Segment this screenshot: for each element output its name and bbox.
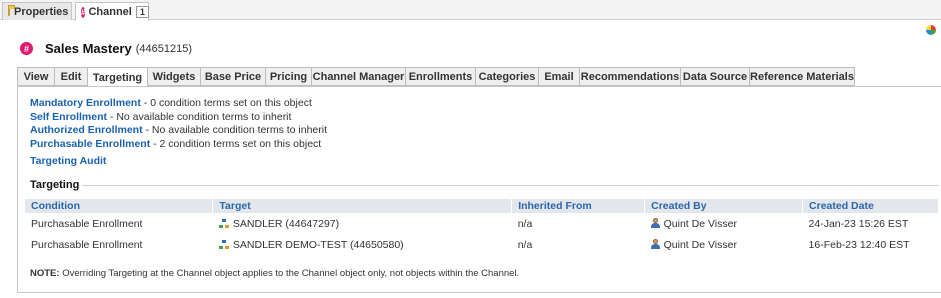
targeting-audit-link[interactable]: Targeting Audit [30,155,106,167]
mandatory-enrollment-link[interactable]: Mandatory Enrollment [30,97,141,109]
tab-edit[interactable]: Edit [54,67,87,86]
mandatory-enrollment-desc: - 0 condition terms set on this object [140,97,312,109]
object-tabs: View Edit Targeting Widgets Base Price P… [17,67,855,87]
tab-widgets[interactable]: Widgets [147,67,200,86]
properties-tab-label: Properties [14,5,69,18]
section-title: Targeting [30,179,80,191]
inherited-from-cell: n/a [517,238,533,251]
tab-channel-manager[interactable]: Channel Manager [311,67,405,86]
created-by-cell: Quint De Visser [645,213,803,234]
org-hierarchy-icon [218,218,229,228]
created-date-cell: 16-Feb-23 12:40 EST [808,238,910,251]
created-by-cell: Quint De Visser [645,234,803,255]
column-header-target[interactable]: Target [212,199,513,213]
folder-icon [8,5,15,16]
channel-icon: # [81,6,86,18]
mandatory-enrollment-row: Mandatory Enrollment - 0 condition terms… [30,97,327,111]
authorized-enrollment-link[interactable]: Authorized Enrollment [30,124,143,136]
object-title: Sales Mastery [45,41,132,56]
inherited-from-cell: n/a [517,217,533,230]
channel-count-badge: 1 [135,6,149,18]
created-date-cell: 24-Jan-23 15:26 EST [808,217,909,230]
channel-tab[interactable]: # Channel 1 [75,2,149,21]
channel-tab-label: Channel [88,6,132,18]
page-title: # Sales Mastery (44651215) [20,41,192,56]
condition-cell: Purchasable Enrollment [31,238,143,251]
note-text: Overriding Targeting at the Channel obje… [59,268,520,279]
object-tab-bar: Properties # Channel 1 [0,0,941,21]
created-by-label: Quint De Visser [663,217,737,230]
column-header-inherited-from[interactable]: Inherited From [511,199,646,213]
table-row[interactable]: Purchasable Enrollment SANDLER DEMO-TEST… [25,234,939,255]
column-header-created-by[interactable]: Created By [644,199,804,213]
condition-cell: Purchasable Enrollment [31,217,143,230]
tab-enrollments[interactable]: Enrollments [405,67,475,86]
tab-base-price[interactable]: Base Price [200,67,265,86]
target-label[interactable]: SANDLER (44647297) [233,218,339,230]
tab-email[interactable]: Email [538,67,579,86]
table-header-row: Condition Target Inherited From Created … [25,199,939,213]
tab-pricing[interactable]: Pricing [265,67,311,86]
object-id: (44651215) [135,43,193,55]
footer-note: NOTE: Overriding Targeting at the Channe… [30,268,519,279]
tab-reference-materials[interactable]: Reference Materials [749,67,855,86]
targeting-audit-row: Targeting Audit [30,155,106,167]
authorized-enrollment-row: Authorized Enrollment - No available con… [30,124,327,138]
note-label: NOTE: [30,268,60,279]
tab-targeting[interactable]: Targeting [87,67,147,87]
column-header-condition[interactable]: Condition [25,199,214,213]
purchasable-enrollment-link[interactable]: Purchasable Enrollment [30,138,150,150]
tab-view[interactable]: View [17,67,54,86]
column-header-created-date[interactable]: Created Date [802,199,939,213]
purchasable-enrollment-row: Purchasable Enrollment - 2 condition ter… [30,138,327,152]
chart-widget-icon[interactable] [926,25,936,35]
target-cell: SANDLER DEMO-TEST (44650580) [213,234,512,255]
properties-tab[interactable]: Properties [2,2,72,20]
tab-recommendations[interactable]: Recommendations [579,67,680,86]
section-divider [82,185,939,186]
target-label[interactable]: SANDLER DEMO-TEST (44650580) [233,239,404,251]
table-row[interactable]: Purchasable Enrollment SANDLER (44647297… [25,213,939,234]
authorized-enrollment-desc: - No available condition terms to inheri… [142,124,328,137]
purchasable-enrollment-desc: - 2 condition terms set on this object [150,137,322,150]
org-hierarchy-icon [218,239,229,249]
target-cell: SANDLER (44647297) [213,213,512,234]
self-enrollment-desc: - No available condition terms to inheri… [107,110,292,123]
created-by-label: Quint De Visser [663,238,737,251]
user-icon [650,238,660,249]
targeting-table: Condition Target Inherited From Created … [25,199,939,255]
self-enrollment-link[interactable]: Self Enrollment [30,111,107,123]
tab-data-source[interactable]: Data Source [680,67,749,86]
channel-icon: # [20,42,33,55]
self-enrollment-row: Self Enrollment - No available condition… [30,111,327,125]
enrollment-links: Mandatory Enrollment - 0 condition terms… [30,97,327,151]
user-icon [650,217,660,228]
tab-categories[interactable]: Categories [475,67,538,86]
